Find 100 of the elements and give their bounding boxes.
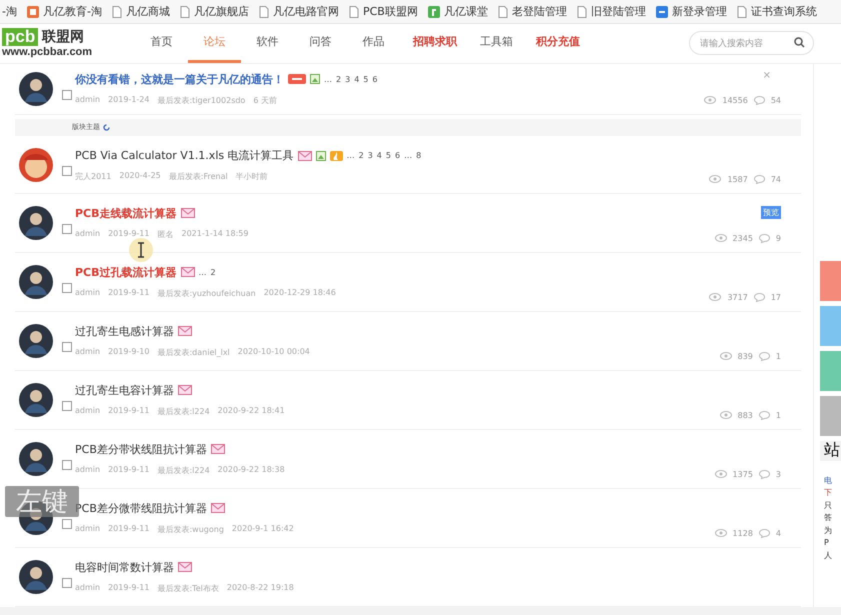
checkbox[interactable]: [62, 90, 72, 100]
thread-title[interactable]: PCB过孔载流计算器: [75, 264, 177, 280]
avatar: [19, 264, 53, 299]
checkbox[interactable]: [62, 578, 72, 588]
view-count: 14556: [722, 96, 748, 105]
thread-title[interactable]: 过孔寄生电容计算器: [75, 382, 174, 398]
image-icon: [316, 150, 326, 161]
nav-link[interactable]: 软件: [241, 24, 294, 63]
bookmark[interactable]: 凡亿商城: [112, 4, 170, 20]
thread-meta: admin: [75, 228, 100, 240]
checkbox[interactable]: [62, 282, 72, 293]
page-link[interactable]: 5: [386, 151, 391, 160]
reply-count: 9: [776, 234, 781, 243]
bookmark[interactable]: 凡亿教育-淘: [26, 4, 102, 20]
thread-meta: 匿名: [157, 228, 174, 240]
comment-icon: [758, 352, 770, 361]
envelope-icon: [180, 208, 195, 218]
thread-title[interactable]: PCB走线载流计算器: [75, 206, 177, 221]
envelope-icon: [298, 150, 312, 161]
bookmark[interactable]: 老登陆管理: [498, 4, 567, 20]
checkbox[interactable]: [62, 166, 72, 176]
nav-link[interactable]: 招聘求职: [400, 24, 470, 63]
nav-link[interactable]: 工具箱: [470, 24, 523, 63]
page-link[interactable]: 4: [376, 151, 382, 160]
envelope-icon: [178, 385, 192, 396]
page-icon: [498, 6, 508, 18]
nav-link[interactable]: 积分充值: [523, 24, 593, 63]
side-heading: 站: [820, 440, 841, 461]
page-icon: [736, 6, 747, 18]
bookmark[interactable]: 旧登陆管理: [576, 4, 646, 20]
thread-title[interactable]: PCB Via Calculator V1.1.xls 电流计算工具: [75, 148, 294, 164]
bookmark[interactable]: PCB联盟网: [348, 4, 418, 20]
thread-title[interactable]: 电容时间常数计算器: [75, 560, 174, 575]
thread-meta: admin: [75, 464, 100, 476]
page-link[interactable]: …: [198, 268, 207, 277]
thread-meta: 2020-10-10 00:04: [238, 346, 310, 358]
side-text: 为: [823, 524, 833, 537]
page-icon: [258, 6, 269, 18]
view-count: 3717: [727, 292, 748, 302]
thread-meta: 2019-1-24: [108, 94, 150, 106]
thread-meta: 2019-9-11: [108, 464, 150, 476]
checkbox[interactable]: [62, 518, 72, 529]
page-link[interactable]: 3: [345, 74, 350, 84]
thread-meta: 完人2011: [75, 171, 112, 182]
bookmark[interactable]: -淘: [2, 4, 17, 20]
eye-icon: [720, 411, 732, 420]
comment-icon: [754, 174, 765, 184]
page-link[interactable]: 2: [336, 74, 342, 84]
nav-link[interactable]: 首页: [135, 24, 188, 63]
nav-link[interactable]: 问答: [294, 24, 347, 63]
side-text: 只: [823, 500, 833, 512]
eye-icon: [714, 234, 727, 242]
page-link[interactable]: 8: [416, 151, 422, 160]
thread-meta: 2020-9-22 18:41: [218, 406, 285, 417]
reply-count: 54: [770, 96, 781, 105]
bookmark[interactable]: 凡亿电路官网: [258, 4, 339, 20]
thread-meta: 最后发表:daniel_lxl: [157, 346, 230, 358]
thread-meta: 2020-8-22 19:18: [226, 582, 294, 594]
side-text: 电: [823, 474, 833, 487]
thread-title[interactable]: 过孔寄生电感计算器: [75, 324, 174, 339]
nav-link[interactable]: 作品: [347, 24, 400, 63]
bookmark[interactable]: 凡亿课堂: [428, 4, 488, 20]
thread-meta: 2020-9-22 18:38: [218, 464, 285, 476]
reply-count: 74: [770, 174, 781, 184]
page-link[interactable]: …: [404, 151, 412, 160]
logo-name: 联盟网: [42, 28, 84, 46]
page-link[interactable]: 2: [210, 268, 216, 277]
page-link[interactable]: 2: [358, 151, 364, 160]
page-link[interactable]: 6: [394, 151, 400, 160]
view-count: 883: [738, 410, 753, 420]
thread-title[interactable]: PCB差分带状线阻抗计算器: [75, 442, 207, 457]
image-icon: [310, 74, 320, 84]
bookmark[interactable]: 新登录管理: [656, 4, 727, 20]
checkbox[interactable]: [62, 460, 72, 470]
checkbox[interactable]: [62, 400, 72, 411]
thread-meta: 2021-1-14 18:59: [181, 228, 248, 240]
preview-tag: 预览: [761, 206, 781, 219]
page-link[interactable]: 5: [363, 74, 368, 84]
page-link[interactable]: 6: [372, 74, 378, 84]
page-link[interactable]: 3: [368, 151, 373, 160]
page-link[interactable]: 4: [354, 74, 360, 84]
thread-meta: 最后发表:Tel布衣: [157, 582, 219, 594]
checkbox[interactable]: [62, 342, 72, 352]
page-icon: [180, 6, 190, 18]
eye-icon: [709, 293, 722, 302]
bookmark[interactable]: 凡亿旗舰店: [180, 4, 249, 20]
thread-meta: admin: [75, 288, 100, 299]
thread-meta: 最后发表:l224: [157, 406, 210, 417]
comment-icon: [758, 528, 770, 538]
page-link[interactable]: …: [324, 74, 332, 84]
reply-count: 1: [776, 352, 781, 361]
search-field[interactable]: 请输入搜索内容: [689, 31, 814, 56]
thread-meta: admin: [75, 406, 100, 417]
thread-meta: 最后发表:tiger1002sdo: [157, 94, 246, 106]
bookmark[interactable]: 证书查询系统: [736, 4, 817, 20]
avatar: [19, 206, 53, 240]
search-icon[interactable]: [794, 37, 805, 48]
page-link[interactable]: …: [346, 151, 355, 160]
thread-title[interactable]: 你没有看错，这就是一篇关于凡亿的通告！: [75, 72, 284, 87]
checkbox[interactable]: [62, 224, 72, 234]
